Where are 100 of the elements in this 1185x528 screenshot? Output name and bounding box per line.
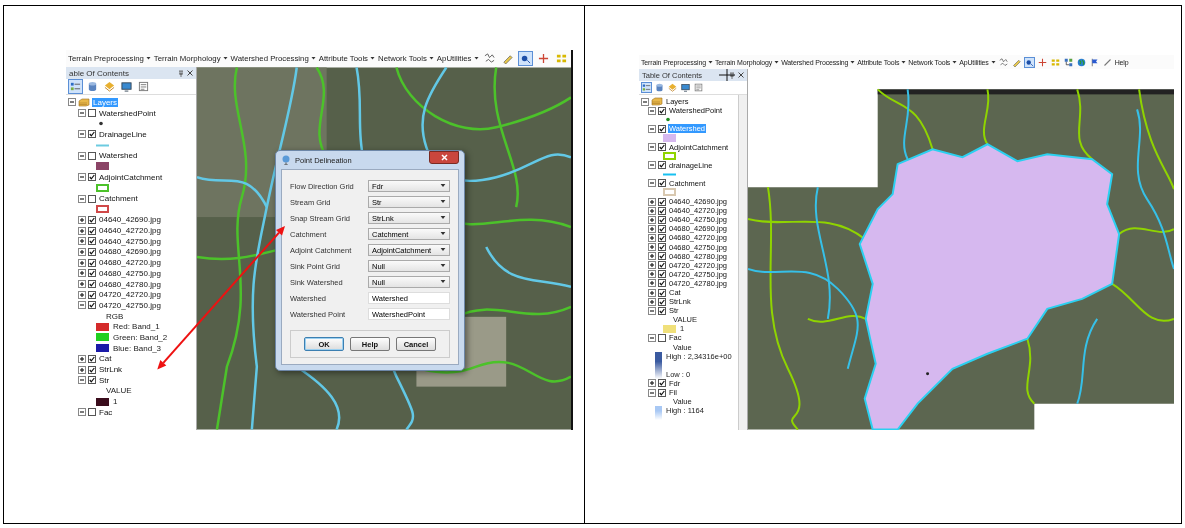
expand-toggle[interactable]	[648, 179, 656, 188]
layer-checkbox[interactable]	[658, 334, 666, 342]
layer-checkbox[interactable]	[88, 130, 96, 139]
expand-toggle[interactable]	[78, 408, 86, 417]
close-icon[interactable]	[187, 70, 193, 76]
layer-checkbox[interactable]	[658, 224, 666, 233]
layer-name[interactable]: 04680_42690.jpg	[98, 247, 162, 257]
tool-button[interactable]	[1062, 56, 1074, 68]
expand-toggle[interactable]	[78, 226, 86, 235]
expand-toggle[interactable]	[78, 247, 86, 256]
expand-toggle[interactable]	[648, 334, 656, 342]
layer-name[interactable]: DrainageLine	[98, 129, 148, 139]
layer-name[interactable]: 04680_42780.jpg	[98, 279, 162, 289]
layer-checkbox[interactable]	[88, 376, 96, 385]
expand-toggle[interactable]	[78, 109, 86, 118]
expand-toggle[interactable]	[648, 297, 656, 306]
expand-toggle[interactable]	[68, 98, 76, 107]
expand-toggle[interactable]	[648, 143, 656, 151]
close-button[interactable]	[429, 151, 459, 164]
expand-toggle[interactable]	[641, 97, 649, 106]
expand-toggle[interactable]	[648, 161, 656, 170]
expand-toggle[interactable]	[78, 237, 86, 246]
expand-toggle[interactable]	[648, 215, 656, 224]
layer-name[interactable]: Watershed	[98, 151, 139, 161]
layer-name[interactable]: 04720_42750.jpg	[98, 300, 162, 310]
expand-toggle[interactable]	[78, 301, 86, 310]
layer-checkbox[interactable]	[658, 261, 666, 270]
layer-checkbox[interactable]	[658, 124, 666, 133]
tool-button[interactable]	[997, 56, 1009, 68]
layer-name[interactable]: 04640_42690.jpg	[98, 215, 162, 225]
layer-checkbox[interactable]	[88, 109, 96, 118]
pin-icon[interactable]	[729, 71, 735, 79]
layer-checkbox[interactable]	[658, 252, 666, 261]
layer-checkbox[interactable]	[658, 233, 666, 242]
layer-checkbox[interactable]	[658, 106, 666, 115]
expand-toggle[interactable]	[648, 106, 656, 115]
tool-button[interactable]	[1023, 56, 1035, 68]
layer-name[interactable]: Str	[98, 375, 111, 385]
tool-button[interactable]	[136, 79, 151, 94]
layer-name[interactable]: Fac	[98, 407, 114, 417]
expand-toggle[interactable]	[648, 288, 656, 297]
layer-name[interactable]: 04640_42720.jpg	[98, 226, 162, 236]
layer-checkbox[interactable]	[88, 151, 96, 160]
layer-checkbox[interactable]	[88, 290, 96, 299]
layer-checkbox[interactable]	[88, 408, 96, 417]
tool-button[interactable]	[517, 51, 533, 66]
expand-toggle[interactable]	[648, 388, 656, 397]
expand-toggle[interactable]	[78, 376, 86, 385]
expand-toggle[interactable]	[78, 151, 86, 160]
expand-toggle[interactable]	[78, 290, 86, 299]
layer-checkbox[interactable]	[658, 197, 666, 206]
expand-toggle[interactable]	[648, 279, 656, 288]
layer-checkbox[interactable]	[658, 379, 666, 388]
layer-name[interactable]: AdjointCatchment	[98, 172, 164, 182]
expand-toggle[interactable]	[648, 252, 656, 261]
layer-checkbox[interactable]	[88, 247, 96, 256]
layer-name[interactable]: 04640_42750.jpg	[98, 236, 162, 246]
layer-checkbox[interactable]	[88, 365, 96, 374]
layer-checkbox[interactable]	[88, 258, 96, 267]
layer-checkbox[interactable]	[88, 280, 96, 289]
tool-button[interactable]	[654, 82, 665, 93]
scrollbar[interactable]	[738, 95, 747, 430]
tool-button[interactable]	[680, 82, 691, 93]
expand-toggle[interactable]	[648, 197, 656, 206]
expand-toggle[interactable]	[648, 124, 656, 133]
expand-toggle[interactable]	[78, 194, 86, 203]
expand-toggle[interactable]	[78, 269, 86, 278]
expand-toggle[interactable]	[648, 379, 656, 388]
expand-toggle[interactable]	[78, 354, 86, 363]
expand-toggle[interactable]	[78, 130, 86, 139]
layer-checkbox[interactable]	[88, 301, 96, 310]
expand-toggle[interactable]	[78, 215, 86, 224]
expand-toggle[interactable]	[78, 173, 86, 182]
layer-name[interactable]: 04720_42720.jpg	[98, 290, 162, 300]
layer-checkbox[interactable]	[658, 206, 666, 215]
layer-name[interactable]: StrLnk	[98, 365, 124, 375]
layer-checkbox[interactable]	[88, 215, 96, 224]
layer-checkbox[interactable]	[658, 388, 666, 397]
tool-button[interactable]	[1036, 56, 1048, 68]
tool-button[interactable]	[1075, 56, 1087, 68]
layer-checkbox[interactable]	[658, 279, 666, 288]
layer-checkbox[interactable]	[658, 306, 666, 315]
expand-toggle[interactable]	[648, 270, 656, 279]
layer-checkbox[interactable]	[658, 161, 666, 170]
expand-toggle[interactable]	[78, 365, 86, 374]
layer-name[interactable]: 04680_42750.jpg	[98, 268, 162, 278]
layer-checkbox[interactable]	[658, 179, 666, 188]
layer-name[interactable]: Cat	[98, 354, 113, 364]
layer-checkbox[interactable]	[658, 270, 666, 279]
tool-button[interactable]	[119, 79, 134, 94]
expand-toggle[interactable]	[648, 206, 656, 215]
expand-toggle[interactable]	[648, 224, 656, 233]
layer-checkbox[interactable]	[658, 143, 666, 151]
layer-checkbox[interactable]	[658, 215, 666, 224]
close-icon[interactable]	[738, 72, 744, 78]
layer-checkbox[interactable]	[658, 288, 666, 297]
expand-toggle[interactable]	[648, 306, 656, 315]
layer-checkbox[interactable]	[88, 237, 96, 246]
expand-toggle[interactable]	[78, 258, 86, 267]
expand-toggle[interactable]	[648, 261, 656, 270]
